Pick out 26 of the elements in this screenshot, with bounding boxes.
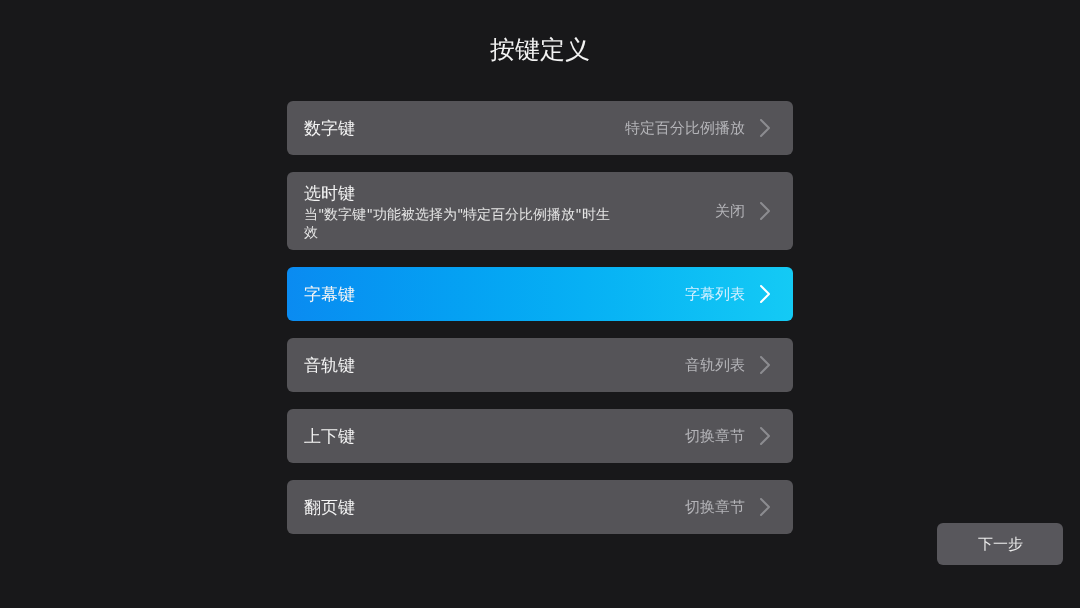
row-value: 字幕列表 [685, 285, 745, 304]
settings-row[interactable]: 数字键 特定百分比例播放 [287, 101, 793, 155]
chevron-right-icon [760, 285, 770, 303]
row-label: 翻页键 [304, 496, 355, 519]
row-value: 音轨列表 [685, 356, 745, 375]
settings-row[interactable]: 翻页键 切换章节 [287, 480, 793, 534]
row-label: 字幕键 [304, 283, 355, 306]
row-description: 当"数字键"功能被选择为"特定百分比例播放"时生效 [304, 205, 611, 241]
row-value: 关闭 [715, 202, 745, 221]
row-label: 选时键 [304, 182, 355, 205]
row-value: 切换章节 [685, 427, 745, 446]
chevron-right-icon [760, 202, 770, 220]
page-title: 按键定义 [490, 34, 590, 66]
chevron-right-icon [760, 498, 770, 516]
row-label: 音轨键 [304, 354, 355, 377]
settings-row[interactable]: 上下键 切换章节 [287, 409, 793, 463]
settings-row[interactable]: 音轨键 音轨列表 [287, 338, 793, 392]
row-value: 切换章节 [685, 498, 745, 517]
chevron-right-icon [760, 427, 770, 445]
chevron-right-icon [760, 119, 770, 137]
next-step-button[interactable]: 下一步 [937, 523, 1063, 565]
row-value: 特定百分比例播放 [625, 119, 745, 138]
row-label: 上下键 [304, 425, 355, 448]
row-label: 数字键 [304, 117, 355, 140]
settings-row[interactable]: 选时键 当"数字键"功能被选择为"特定百分比例播放"时生效 关闭 [287, 172, 793, 250]
chevron-right-icon [760, 356, 770, 374]
